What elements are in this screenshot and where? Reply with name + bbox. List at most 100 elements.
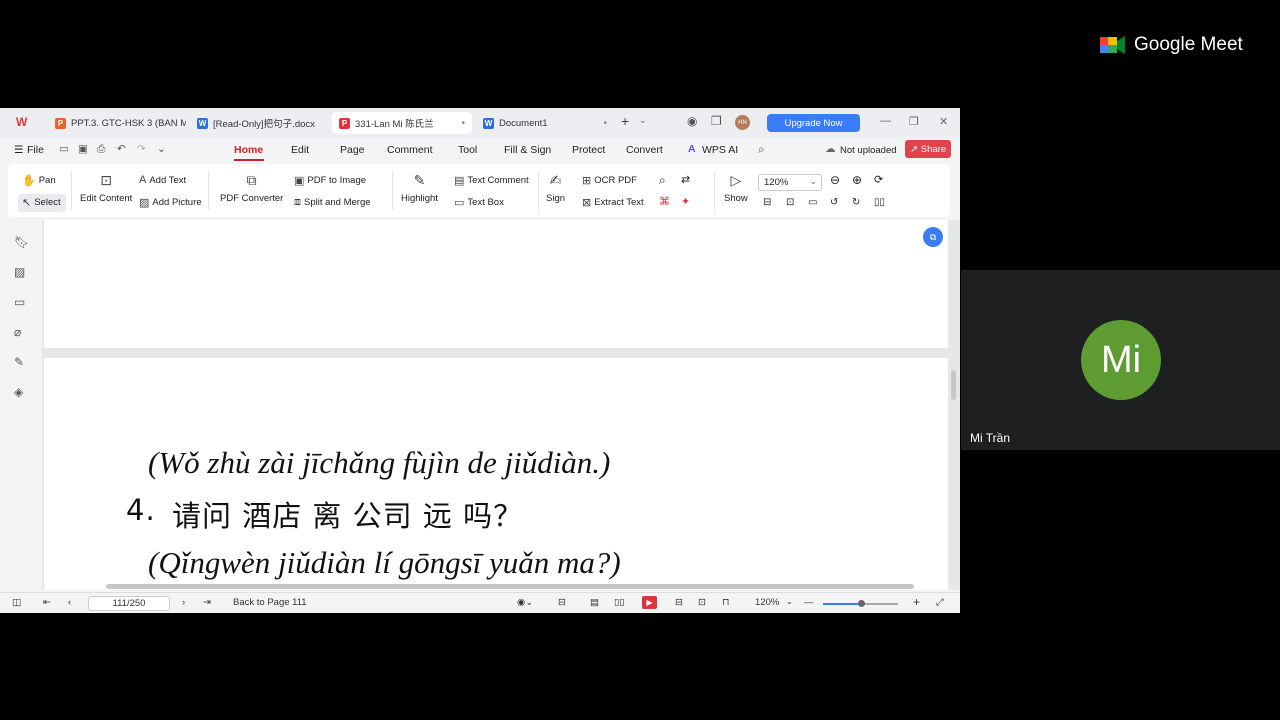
- menu-file[interactable]: File: [27, 144, 44, 156]
- window-switch-icon[interactable]: ❐: [711, 114, 722, 128]
- compare-icon[interactable]: ⌘: [659, 195, 670, 208]
- thumbnail-icon[interactable]: ▨: [14, 265, 25, 279]
- fit-page-icon[interactable]: ⊡: [786, 197, 794, 208]
- participant-tile[interactable]: Mi Mi Trần: [961, 270, 1280, 450]
- single-page-icon[interactable]: ▤: [590, 597, 599, 608]
- edit-content-button[interactable]: ⊡ Edit Content: [80, 172, 132, 204]
- share-button[interactable]: ↗ Share: [905, 140, 951, 158]
- new-tab-plus-icon[interactable]: +: [621, 113, 629, 129]
- zoom-select[interactable]: 120% ⌄: [758, 174, 822, 191]
- text-comment-button[interactable]: ▤ Text Comment: [454, 174, 529, 187]
- page-mode-icon[interactable]: ⊟: [558, 597, 566, 608]
- sign-button[interactable]: ✍ Sign: [546, 172, 565, 204]
- find-icon[interactable]: ⌕: [659, 173, 666, 188]
- show-button[interactable]: ▷ Show: [724, 172, 748, 204]
- extract-text-button[interactable]: ⊠ Extract Text: [582, 196, 644, 209]
- upgrade-now-button[interactable]: Upgrade Now: [767, 114, 860, 132]
- save-icon[interactable]: ▣: [78, 143, 88, 155]
- double-page-icon[interactable]: ▯▯: [614, 597, 624, 608]
- ocr-pdf-button[interactable]: ⊞ OCR PDF: [582, 174, 637, 187]
- menu-wps-ai[interactable]: WPS AI: [702, 144, 738, 156]
- attachment-icon[interactable]: ⌀: [14, 325, 21, 339]
- not-uploaded-status[interactable]: Not uploaded: [840, 145, 897, 156]
- open-folder-icon[interactable]: ▭: [59, 143, 69, 155]
- print-icon[interactable]: ⎙: [97, 143, 105, 156]
- menu-comment[interactable]: Comment: [387, 144, 433, 156]
- fullscreen-icon[interactable]: ⤢: [936, 597, 944, 608]
- undo-icon[interactable]: ↶: [117, 143, 126, 155]
- select-tool[interactable]: ↖ Select: [22, 196, 61, 209]
- google-meet-logo: Google Meet: [1100, 34, 1243, 56]
- add-text-button[interactable]: A Add Text: [139, 174, 186, 186]
- last-page-icon[interactable]: ⇥: [203, 597, 211, 608]
- back-to-page-link[interactable]: Back to Page 111: [233, 597, 307, 608]
- zoom-slider-knob[interactable]: [857, 600, 865, 607]
- horizontal-scrollbar[interactable]: [106, 584, 914, 589]
- zoom-plus-icon[interactable]: +: [913, 595, 920, 609]
- zoom-in-icon[interactable]: ⊕: [852, 173, 862, 187]
- rotate-left-icon[interactable]: ↺: [830, 197, 838, 208]
- next-page-icon[interactable]: ›: [182, 597, 185, 608]
- play-icon: ▷: [730, 172, 742, 188]
- add-picture-button[interactable]: ▨ Add Picture: [139, 196, 202, 209]
- replace-icon[interactable]: ⇄: [681, 173, 690, 186]
- fit-width-icon[interactable]: ⊟: [675, 597, 683, 608]
- user-avatar[interactable]: HN: [735, 115, 750, 130]
- close-window-icon[interactable]: ✕: [939, 115, 948, 128]
- status-zoom-value[interactable]: 120%: [755, 597, 779, 608]
- first-page-icon[interactable]: ⇤: [43, 597, 51, 608]
- pdf-to-image-button[interactable]: ▣ PDF to Image: [294, 174, 366, 187]
- tab-pdf-active[interactable]: P 331-Lan Mi 陈氏兰 •: [332, 112, 472, 134]
- rotate-icon[interactable]: ⟳: [874, 173, 883, 186]
- split-merge-button[interactable]: ⧈ Split and Merge: [294, 196, 371, 209]
- ai-assistant-icon[interactable]: ⧉: [923, 227, 943, 247]
- menu-tool[interactable]: Tool: [458, 144, 477, 156]
- prev-page-icon[interactable]: ‹: [68, 597, 71, 608]
- tab-close-icon[interactable]: •: [603, 118, 607, 129]
- tab-dropdown-icon[interactable]: ⌄: [639, 115, 647, 126]
- search-icon[interactable]: ⌕: [758, 142, 765, 157]
- chevron-down-icon[interactable]: ⌄: [786, 597, 793, 606]
- menu-home[interactable]: Home: [234, 144, 263, 156]
- menu-page[interactable]: Page: [340, 144, 365, 156]
- vertical-scrollbar[interactable]: [951, 370, 956, 400]
- play-slideshow-icon[interactable]: ▶: [642, 596, 657, 609]
- menu-protect[interactable]: Protect: [572, 144, 605, 156]
- restore-icon[interactable]: ❐: [909, 115, 919, 128]
- zoom-minus-icon[interactable]: —: [804, 597, 814, 608]
- menu-edit[interactable]: Edit: [291, 144, 309, 156]
- minimize-icon[interactable]: —: [880, 115, 891, 127]
- rotate-right-icon[interactable]: ↻: [852, 197, 860, 208]
- menu-convert[interactable]: Convert: [626, 144, 663, 156]
- page-number-input[interactable]: 111/250: [88, 596, 170, 611]
- zoom-out-icon[interactable]: ⊖: [830, 173, 840, 187]
- actual-size-icon[interactable]: ⊟: [763, 197, 771, 208]
- wps-logo-icon[interactable]: W: [16, 115, 27, 129]
- bookmark-page-icon[interactable]: ⊓: [722, 597, 729, 608]
- redo-icon[interactable]: ↷: [137, 143, 146, 155]
- bookmark-icon[interactable]: 🔖︎: [14, 235, 29, 249]
- highlight-button[interactable]: ✎ Highlight: [401, 172, 438, 204]
- document-viewport[interactable]: ⧉ (Wǒ zhù zài jīchǎng fùjìn de jiǔdiàn.)…: [42, 220, 960, 590]
- fit-width-icon[interactable]: ▭: [808, 197, 817, 208]
- tab-ppt[interactable]: P PPT.3. GTC-HSK 3 (BAN MỚ: [48, 112, 186, 134]
- tab-close-icon[interactable]: •: [461, 118, 465, 129]
- fit-page-icon[interactable]: ⊡: [698, 597, 706, 608]
- signature-icon[interactable]: ✎: [14, 355, 24, 369]
- pan-tool[interactable]: ✋ Pan: [22, 174, 56, 187]
- zoom-slider[interactable]: [823, 600, 898, 607]
- more-dropdown-icon[interactable]: ⌄: [157, 143, 166, 155]
- menu-fill-sign[interactable]: Fill & Sign: [504, 144, 551, 156]
- hamburger-icon[interactable]: ☰: [14, 144, 23, 156]
- comment-icon[interactable]: ▭: [14, 295, 25, 309]
- two-page-icon[interactable]: ▯▯: [874, 197, 885, 208]
- translate-icon[interactable]: ✦: [681, 195, 690, 208]
- tab-document1[interactable]: W Document1 •: [476, 112, 614, 134]
- text-box-button[interactable]: ▭ Text Box: [454, 196, 504, 209]
- copilot-icon[interactable]: ◉: [687, 114, 697, 128]
- eye-icon[interactable]: ◉⌄: [517, 597, 533, 608]
- pdf-converter-button[interactable]: ⧉ PDF Converter: [220, 172, 283, 204]
- layers-icon[interactable]: ◈: [14, 385, 23, 399]
- tab-docx[interactable]: W [Read-Only]把句子.docx: [190, 112, 328, 134]
- sidebar-toggle-icon[interactable]: ◫: [12, 597, 21, 608]
